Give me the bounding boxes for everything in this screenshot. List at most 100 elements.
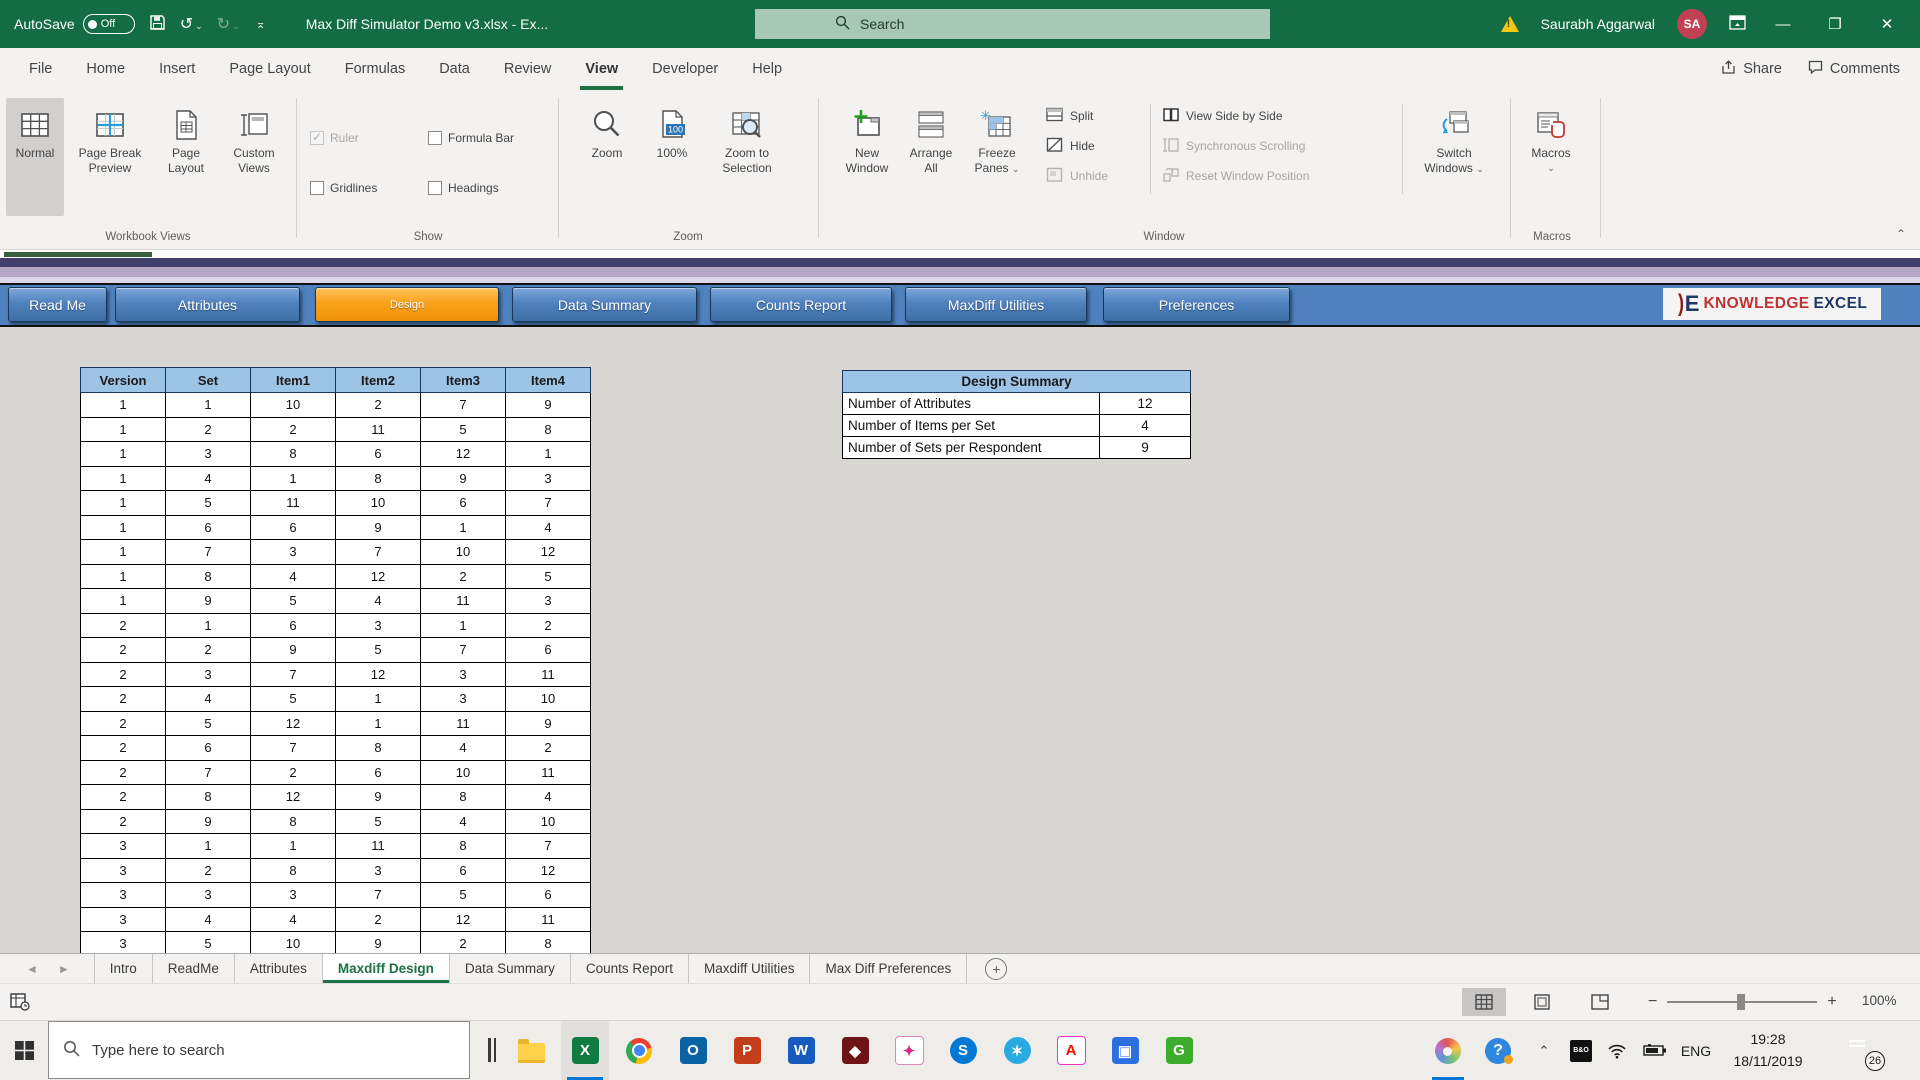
table-cell[interactable]: 6 bbox=[251, 515, 336, 540]
user-name[interactable]: Saurabh Aggarwal bbox=[1541, 16, 1655, 32]
table-cell[interactable]: 8 bbox=[336, 466, 421, 491]
checkbox-box-headings[interactable] bbox=[428, 181, 442, 195]
table-cell[interactable]: 11 bbox=[251, 491, 336, 516]
table-cell[interactable]: 1 bbox=[421, 613, 506, 638]
table-cell[interactable]: 1 bbox=[81, 417, 166, 442]
design-table-header-version[interactable]: Version bbox=[81, 368, 166, 393]
table-cell[interactable]: 2 bbox=[251, 417, 336, 442]
page-layout-status-button[interactable] bbox=[1520, 988, 1564, 1016]
table-cell[interactable]: 3 bbox=[81, 834, 166, 859]
table-cell[interactable]: 1 bbox=[81, 393, 166, 418]
table-cell[interactable]: 10 bbox=[251, 393, 336, 418]
design-table-header-item4[interactable]: Item4 bbox=[506, 368, 591, 393]
table-cell[interactable]: 5 bbox=[421, 417, 506, 442]
table-cell[interactable]: 9 bbox=[336, 785, 421, 810]
table-cell[interactable]: 8 bbox=[336, 736, 421, 761]
checkbox-box-formula-bar[interactable] bbox=[428, 131, 442, 145]
nav-button-design[interactable]: Design bbox=[315, 287, 499, 322]
nav-button-maxdiff-utilities[interactable]: MaxDiff Utilities bbox=[905, 287, 1087, 322]
table-cell[interactable]: 4 bbox=[166, 687, 251, 712]
hide-button[interactable]: Hide bbox=[1046, 134, 1095, 158]
table-cell[interactable]: 12 bbox=[336, 662, 421, 687]
macros-button[interactable]: Macros⌄ bbox=[1520, 98, 1582, 216]
wifi-icon[interactable] bbox=[1602, 1021, 1632, 1080]
outlook-icon[interactable]: O bbox=[669, 1021, 717, 1080]
table-cell[interactable]: 4 bbox=[421, 809, 506, 834]
table-cell[interactable]: 10 bbox=[506, 687, 591, 712]
powerpoint-icon[interactable]: P bbox=[723, 1021, 771, 1080]
paint-app-icon[interactable] bbox=[1424, 1021, 1472, 1080]
autosave-toggle[interactable]: AutoSave Off bbox=[14, 14, 135, 34]
paint3d-app-icon[interactable]: ✦ bbox=[885, 1021, 933, 1080]
split-button[interactable]: Split bbox=[1046, 104, 1093, 128]
table-cell[interactable]: 9 bbox=[506, 393, 591, 418]
table-cell[interactable]: 4 bbox=[166, 907, 251, 932]
zoom-button[interactable]: Zoom bbox=[576, 98, 638, 216]
table-cell[interactable]: 5 bbox=[166, 711, 251, 736]
table-cell[interactable]: 4 bbox=[506, 785, 591, 810]
table-cell[interactable]: 6 bbox=[251, 613, 336, 638]
ribbon-tab-formulas[interactable]: Formulas bbox=[328, 48, 422, 90]
redo-button[interactable]: ↻⌄ bbox=[217, 16, 240, 33]
table-cell[interactable]: 1 bbox=[421, 515, 506, 540]
skype-icon[interactable]: S bbox=[939, 1021, 987, 1080]
table-cell[interactable]: 1 bbox=[81, 564, 166, 589]
table-cell[interactable]: 2 bbox=[336, 907, 421, 932]
restore-button[interactable]: ❐ bbox=[1820, 15, 1850, 33]
table-cell[interactable]: 6 bbox=[336, 760, 421, 785]
table-cell[interactable]: 10 bbox=[336, 491, 421, 516]
sheet-scroll-left-icon[interactable]: ◄ bbox=[26, 962, 38, 976]
table-cell[interactable]: 7 bbox=[336, 540, 421, 565]
table-cell[interactable]: 9 bbox=[336, 515, 421, 540]
table-cell[interactable]: 11 bbox=[506, 760, 591, 785]
zoom-out-button[interactable]: − bbox=[1648, 993, 1657, 1011]
table-cell[interactable]: 3 bbox=[81, 858, 166, 883]
design-table-header-item3[interactable]: Item3 bbox=[421, 368, 506, 393]
table-cell[interactable]: 4 bbox=[336, 589, 421, 614]
table-cell[interactable]: 3 bbox=[251, 883, 336, 908]
table-cell[interactable]: 12 bbox=[506, 858, 591, 883]
table-cell[interactable]: 4 bbox=[251, 564, 336, 589]
sheet-scroll-right-icon[interactable]: ► bbox=[58, 962, 70, 976]
sheet-tab-data-summary[interactable]: Data Summary bbox=[450, 954, 571, 983]
new-window-button[interactable]: New Window bbox=[836, 98, 898, 216]
collapse-ribbon-icon[interactable]: ⌃ bbox=[1896, 227, 1906, 241]
zoom-100-button[interactable]: 100 100% bbox=[642, 98, 702, 216]
sheet-tab-max-diff-preferences[interactable]: Max Diff Preferences bbox=[810, 954, 967, 983]
help-app-icon[interactable]: ? bbox=[1478, 1021, 1518, 1080]
custom-views-button[interactable]: Custom Views bbox=[220, 98, 288, 216]
table-cell[interactable]: 2 bbox=[506, 613, 591, 638]
chrome-icon[interactable] bbox=[615, 1021, 663, 1080]
avatar[interactable]: SA bbox=[1677, 9, 1707, 39]
sheet-tab-readme[interactable]: ReadMe bbox=[153, 954, 235, 983]
table-cell[interactable]: 8 bbox=[251, 858, 336, 883]
capture-app-icon[interactable]: ▣ bbox=[1101, 1021, 1149, 1080]
switch-windows-button[interactable]: Switch Windows ⌄ bbox=[1412, 98, 1496, 216]
reset-window-position-button[interactable]: Reset Window Position bbox=[1162, 164, 1309, 188]
ribbon-tab-data[interactable]: Data bbox=[422, 48, 487, 90]
table-cell[interactable]: 12 bbox=[336, 564, 421, 589]
ribbon-tab-page-layout[interactable]: Page Layout bbox=[212, 48, 327, 90]
nav-button-attributes[interactable]: Attributes bbox=[115, 287, 300, 322]
table-cell[interactable]: 9 bbox=[336, 932, 421, 954]
summary-value[interactable]: 12 bbox=[1100, 393, 1191, 415]
table-cell[interactable]: 11 bbox=[506, 907, 591, 932]
table-cell[interactable]: 2 bbox=[81, 809, 166, 834]
table-cell[interactable]: 3 bbox=[336, 613, 421, 638]
word-icon[interactable]: W bbox=[777, 1021, 825, 1080]
network-app-icon[interactable]: ✶ bbox=[993, 1021, 1041, 1080]
table-cell[interactable]: 1 bbox=[81, 540, 166, 565]
comments-button[interactable]: Comments bbox=[1808, 60, 1900, 79]
table-cell[interactable]: 2 bbox=[81, 638, 166, 663]
page-layout-view-button[interactable]: Page Layout bbox=[156, 98, 216, 216]
checkbox-box-ruler[interactable] bbox=[310, 131, 324, 145]
table-cell[interactable]: 1 bbox=[81, 515, 166, 540]
table-cell[interactable]: 8 bbox=[166, 785, 251, 810]
table-cell[interactable]: 7 bbox=[336, 883, 421, 908]
sheet-tab-intro[interactable]: Intro bbox=[94, 954, 153, 983]
table-cell[interactable]: 9 bbox=[166, 809, 251, 834]
battery-icon[interactable] bbox=[1638, 1021, 1672, 1080]
table-cell[interactable]: 7 bbox=[166, 760, 251, 785]
table-cell[interactable]: 3 bbox=[166, 883, 251, 908]
taskbar-clock[interactable]: 19:28 18/11/2019 bbox=[1722, 1028, 1814, 1072]
